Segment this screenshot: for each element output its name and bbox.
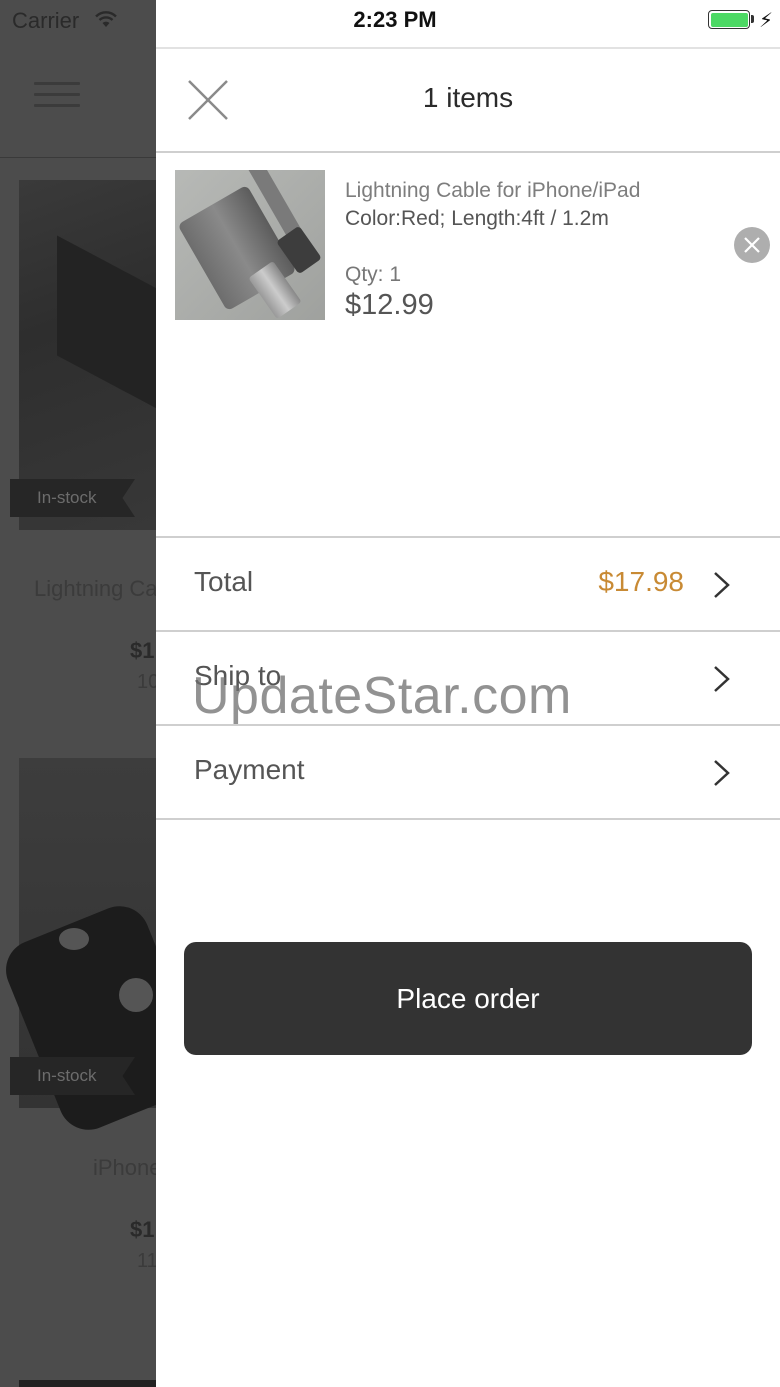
item-name: Lightning Cable for iPhone/iPad bbox=[345, 179, 641, 202]
cart-item: Lightning Cable for iPhone/iPad Color:Re… bbox=[156, 153, 780, 537]
battery-tip bbox=[751, 15, 754, 23]
chevron-right-icon bbox=[714, 760, 730, 786]
clock: 2:23 PM bbox=[353, 7, 437, 32]
hamburger-menu-icon[interactable] bbox=[34, 82, 80, 115]
product-price: $1 bbox=[130, 638, 155, 663]
battery-icon bbox=[708, 10, 750, 29]
product-sold-count: 10 bbox=[137, 671, 156, 693]
item-price: $12.99 bbox=[345, 289, 434, 321]
payment-label: Payment bbox=[194, 754, 305, 785]
payment-row[interactable]: Payment bbox=[156, 726, 780, 818]
charging-icon: ⚡ bbox=[759, 10, 774, 32]
watermark: UpdateStar.com bbox=[192, 667, 572, 725]
chevron-right-icon bbox=[714, 572, 730, 598]
status-bar: Carrier 2:23 PM ⚡ bbox=[0, 0, 780, 40]
divider bbox=[156, 818, 780, 820]
product-image-case[interactable] bbox=[0, 758, 156, 1139]
product-price: $1 bbox=[130, 1217, 155, 1242]
product-sold-count: 11 bbox=[137, 1250, 156, 1272]
in-stock-badge: In-stock bbox=[10, 479, 135, 517]
lightning-cable-photo bbox=[175, 170, 325, 320]
product-image-cable[interactable] bbox=[19, 180, 156, 530]
total-row[interactable]: Total $17.98 bbox=[156, 538, 780, 630]
chevron-right-icon bbox=[714, 666, 730, 692]
cart-title: 1 items bbox=[422, 82, 514, 113]
product-image-partial bbox=[19, 1380, 156, 1387]
item-variant: Color:Red; Length:4ft / 1.2m bbox=[345, 207, 609, 230]
total-label: Total bbox=[194, 566, 254, 597]
total-value: $17.98 bbox=[598, 566, 684, 597]
place-order-button[interactable]: Place order bbox=[184, 942, 752, 1055]
product-name: Lightning Ca bbox=[34, 576, 156, 601]
divider bbox=[156, 47, 780, 49]
remove-item-icon[interactable] bbox=[734, 227, 770, 263]
in-stock-badge: In-stock bbox=[10, 1057, 135, 1095]
background-shop-screen: In-stock Lightning Ca $1 10 In-stock iPh… bbox=[0, 0, 156, 1387]
item-quantity: Qty: 1 bbox=[345, 263, 402, 286]
product-name: iPhone bbox=[93, 1155, 156, 1180]
